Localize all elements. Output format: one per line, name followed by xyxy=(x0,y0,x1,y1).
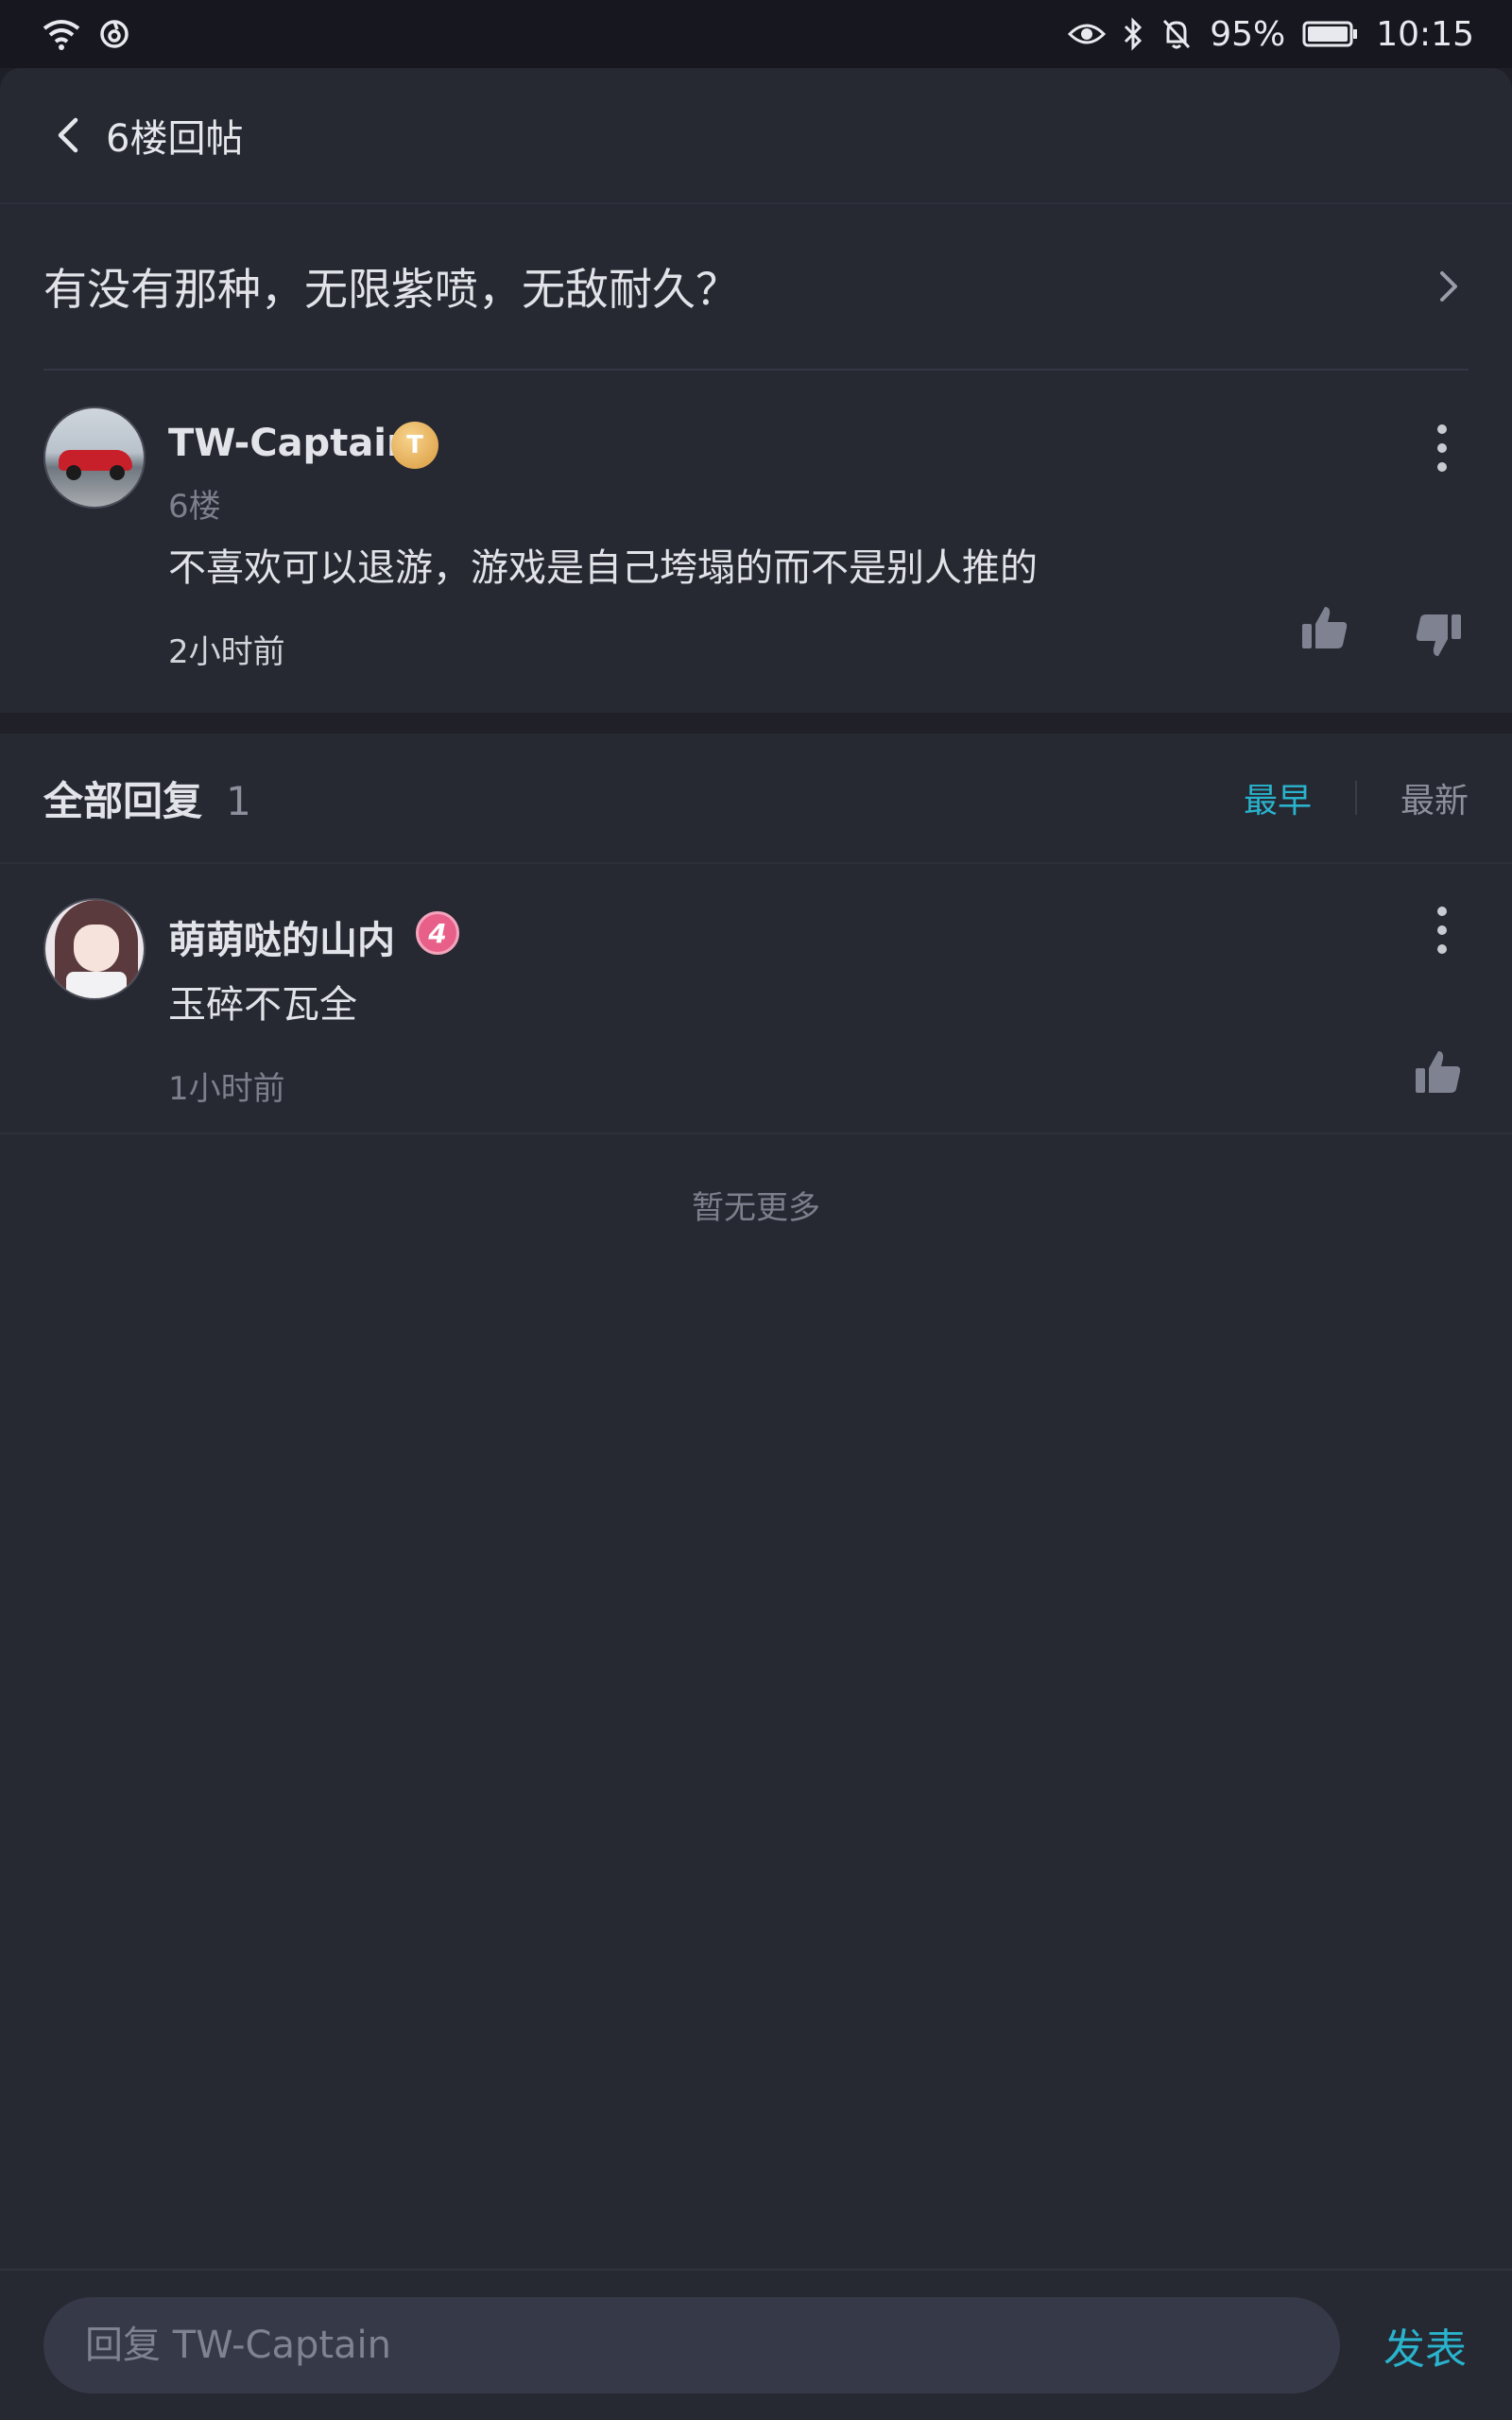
bell-muted-icon xyxy=(1163,19,1191,49)
sort-toggle: 最早 最新 xyxy=(1244,773,1469,822)
header: 6楼回帖 xyxy=(0,68,1512,204)
sort-separator xyxy=(1354,781,1357,815)
avatar[interactable] xyxy=(43,406,146,509)
topic-title: 有没有那种，无限紫喷，无敌耐久？ xyxy=(43,264,739,315)
sort-earliest-button[interactable]: 最早 xyxy=(1244,773,1312,822)
reply-detail-sheet: 6楼回帖 有没有那种，无限紫喷，无敌耐久？ TW-Captain T 6楼 不喜… xyxy=(0,68,1512,2420)
topic-link[interactable]: 有没有那种，无限紫喷，无敌耐久？ xyxy=(43,204,1469,371)
reply-bar: 发表 xyxy=(0,2269,1512,2420)
replies-header: 全部回复 1 最早 最新 xyxy=(0,734,1512,864)
status-bar: 95% 10:15 xyxy=(0,0,1512,68)
section-divider xyxy=(0,713,1512,734)
no-more-label: 暂无更多 xyxy=(692,1189,820,1227)
thumbs-down-icon[interactable] xyxy=(1412,609,1465,662)
thumbs-up-icon[interactable] xyxy=(1412,1046,1465,1098)
hotspot-icon xyxy=(100,20,129,48)
wifi-icon xyxy=(43,20,80,50)
post-timestamp: 2小时前 xyxy=(168,633,285,671)
battery-icon xyxy=(1302,21,1358,47)
more-options-icon[interactable] xyxy=(1433,902,1452,959)
avatar[interactable] xyxy=(43,898,146,1000)
user-badge-icon: T xyxy=(391,422,438,469)
back-arrow-icon[interactable] xyxy=(47,112,93,158)
replies-title: 全部回复 xyxy=(43,777,203,824)
page-title: 6楼回帖 xyxy=(106,117,244,161)
reply-username[interactable]: 萌萌哒的山内 xyxy=(168,909,395,964)
original-post: TW-Captain T 6楼 不喜欢可以退游，游戏是自己垮塌的而不是别人推的 … xyxy=(0,371,1512,713)
post-content: 不喜欢可以退游，游戏是自己垮塌的而不是别人推的 xyxy=(168,546,1038,590)
eye-icon xyxy=(1068,24,1107,44)
publish-button[interactable]: 发表 xyxy=(1383,2315,1467,2376)
level-badge-icon: 4 xyxy=(416,911,459,955)
floor-label: 6楼 xyxy=(168,488,221,526)
battery-percent: 95% xyxy=(1210,14,1286,54)
reply-content: 玉碎不瓦全 xyxy=(168,983,357,1027)
sort-newest-button[interactable]: 最新 xyxy=(1400,773,1469,822)
more-options-icon[interactable] xyxy=(1433,420,1452,476)
anime-avatar-image xyxy=(45,900,144,998)
post-username[interactable]: TW-Captain xyxy=(168,422,414,465)
clock: 10:15 xyxy=(1376,14,1474,54)
bluetooth-icon xyxy=(1125,17,1143,51)
list-item: 萌萌哒的山内 4 玉碎不瓦全 1小时前 xyxy=(0,864,1512,1134)
chevron-right-icon xyxy=(1440,271,1457,302)
reply-timestamp: 1小时前 xyxy=(168,1070,285,1108)
car-avatar-image xyxy=(45,408,144,507)
replies-count: 1 xyxy=(226,777,251,824)
reply-input[interactable] xyxy=(43,2297,1340,2394)
thumbs-up-icon[interactable] xyxy=(1298,601,1351,654)
